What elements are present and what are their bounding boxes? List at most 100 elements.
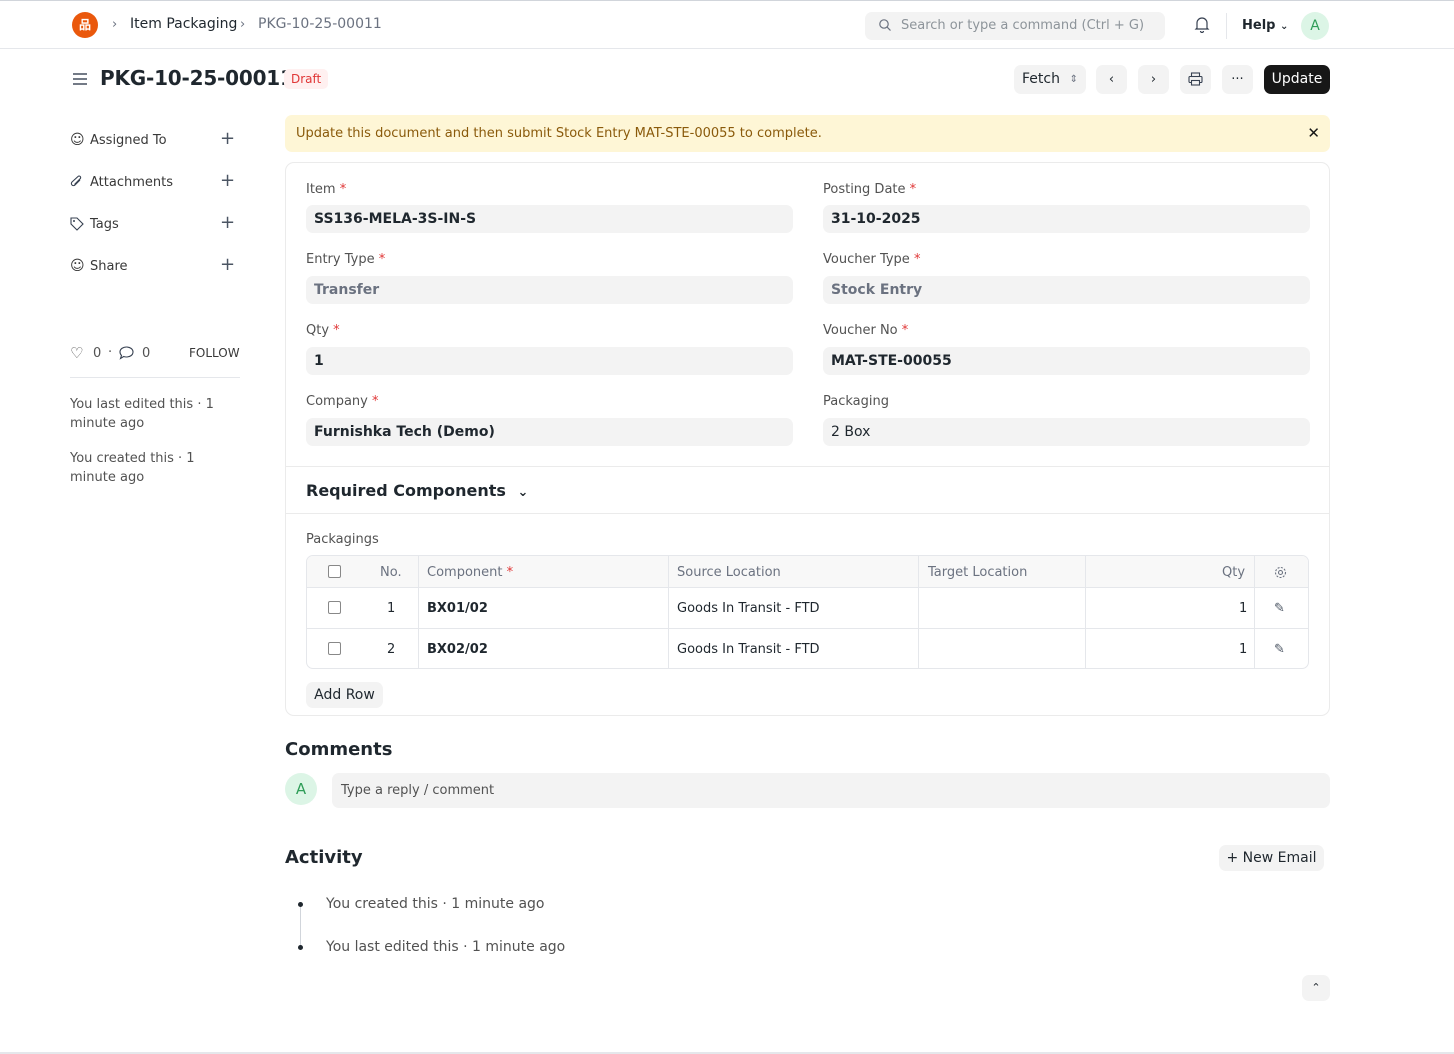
follow-button[interactable]: FOLLOW	[189, 346, 240, 360]
table-label: Packagings	[306, 532, 379, 547]
timeline-dot	[298, 945, 303, 950]
avatar: A	[285, 773, 317, 805]
search-placeholder: Search or type a command (Ctrl + G)	[901, 18, 1145, 33]
bell-icon[interactable]	[1194, 16, 1210, 33]
search-bar[interactable]: Search or type a command (Ctrl + G)	[865, 12, 1165, 40]
row-component[interactable]: BX02/02	[427, 642, 488, 657]
table-row[interactable]: 1 BX01/02 Goods In Transit - FTD 1 ✎	[307, 588, 1308, 629]
column-divider	[418, 556, 419, 668]
voucher-no-field[interactable]: MAT-STE-00055	[823, 347, 1310, 375]
divider	[286, 513, 1329, 514]
entry-type-label: Entry Type *	[306, 252, 386, 267]
chevron-up-icon: ⌃	[1311, 981, 1321, 994]
created-note: You created this · 1 minute ago	[70, 451, 195, 485]
heart-icon[interactable]: ♡	[70, 344, 83, 362]
add-tag-icon[interactable]: +	[220, 214, 235, 232]
tag-icon	[70, 217, 84, 231]
alert-message: Update this document and then submit Sto…	[296, 126, 822, 141]
chevron-updown-icon: ⇕	[1069, 74, 1078, 85]
scroll-to-top-button[interactable]: ⌃	[1302, 975, 1330, 1001]
comment-icon[interactable]	[119, 346, 134, 360]
next-button[interactable]: ›	[1138, 65, 1169, 94]
col-qty: Qty	[1222, 565, 1246, 580]
add-assignee-icon[interactable]: +	[220, 130, 235, 148]
update-button[interactable]: Update	[1264, 65, 1330, 94]
menu-icon[interactable]	[72, 71, 88, 87]
select-all-checkbox[interactable]	[328, 565, 341, 578]
printer-icon	[1188, 72, 1203, 86]
sidebar-item-label: Assigned To	[90, 133, 167, 148]
new-email-label: New Email	[1242, 850, 1317, 866]
likes-count: 0	[93, 346, 102, 361]
qty-field[interactable]: 1	[306, 347, 793, 375]
close-icon[interactable]: ✕	[1307, 124, 1320, 142]
add-attachment-icon[interactable]: +	[220, 172, 235, 190]
status-badge: Draft	[284, 69, 329, 89]
row-checkbox[interactable]	[328, 642, 341, 655]
row-qty[interactable]: 1	[1239, 601, 1247, 616]
info-alert: Update this document and then submit Sto…	[285, 115, 1330, 152]
table-header: No. Component * Source Location Target L…	[307, 556, 1308, 588]
voucher-no-label: Voucher No *	[823, 323, 909, 338]
app-logo[interactable]: 品	[72, 12, 98, 38]
row-checkbox[interactable]	[328, 601, 341, 614]
gear-icon[interactable]	[1274, 566, 1287, 579]
help-label: Help	[1242, 18, 1276, 33]
row-qty[interactable]: 1	[1239, 642, 1247, 657]
add-row-button[interactable]: Add Row	[306, 682, 383, 708]
chevron-right-icon: ›	[240, 17, 246, 32]
section-header-required-components[interactable]: Required Components ⌄	[306, 481, 528, 500]
social-bar: ♡ 0 · 0 FOLLOW	[70, 344, 250, 363]
comments-count: 0	[142, 346, 151, 361]
comments-title: Comments	[285, 739, 393, 760]
column-divider	[668, 556, 669, 668]
divider	[286, 466, 1329, 467]
chevron-right-icon: ›	[112, 17, 118, 32]
column-divider	[1254, 556, 1255, 668]
navbar: 品 › Item Packaging › PKG-10-25-00011 Sea…	[0, 0, 1454, 49]
activity-title: Activity	[285, 847, 363, 868]
breadcrumb-current[interactable]: PKG-10-25-00011	[258, 16, 382, 32]
section-title: Required Components	[306, 481, 506, 500]
more-options-button[interactable]: ···	[1222, 65, 1253, 94]
search-icon	[879, 19, 891, 31]
add-share-icon[interactable]: +	[220, 256, 235, 274]
help-menu[interactable]: Help ⌄	[1242, 18, 1288, 33]
chevron-down-icon: ⌄	[517, 485, 529, 500]
share-icon: ☺	[70, 258, 85, 274]
company-field[interactable]: Furnishka Tech (Demo)	[306, 418, 793, 446]
company-label: Company *	[306, 394, 379, 409]
sidebar-item-label: Attachments	[90, 175, 173, 190]
packagings-table: No. Component * Source Location Target L…	[306, 555, 1309, 669]
previous-button[interactable]: ‹	[1096, 65, 1127, 94]
timeline-line	[300, 905, 301, 947]
row-source-location[interactable]: Goods In Transit - FTD	[677, 601, 820, 616]
col-no: No.	[380, 565, 402, 580]
divider	[70, 377, 240, 378]
row-component[interactable]: BX01/02	[427, 601, 488, 616]
breadcrumb-item-packaging[interactable]: Item Packaging	[130, 16, 237, 32]
packaging-field[interactable]: 2 Box	[823, 418, 1310, 446]
posting-date-field[interactable]: 31-10-2025	[823, 205, 1310, 233]
pencil-icon[interactable]: ✎	[1274, 642, 1285, 657]
fetch-button[interactable]: Fetch ⇕	[1014, 65, 1086, 94]
voucher-type-label: Voucher Type *	[823, 252, 921, 267]
entry-type-field: Transfer	[306, 276, 793, 304]
user-avatar[interactable]: A	[1301, 12, 1329, 40]
row-source-location[interactable]: Goods In Transit - FTD	[677, 642, 820, 657]
item-field[interactable]: SS136-MELA-3S-IN-S	[306, 205, 793, 233]
new-email-button[interactable]: + New Email	[1219, 845, 1324, 871]
pencil-icon[interactable]: ✎	[1274, 601, 1285, 616]
chevron-down-icon: ⌄	[1280, 21, 1289, 32]
plus-icon: +	[1226, 850, 1239, 866]
posting-date-label: Posting Date *	[823, 182, 917, 197]
comment-input[interactable]: Type a reply / comment	[332, 773, 1330, 808]
item-label: Item *	[306, 182, 347, 197]
page-title: PKG-10-25-00011	[100, 66, 294, 90]
activity-item: You last edited this · 1 minute ago	[326, 939, 566, 955]
table-row[interactable]: 2 BX02/02 Goods In Transit - FTD 1 ✎	[307, 629, 1308, 668]
user-plus-icon: ☺	[70, 132, 85, 148]
column-divider	[918, 556, 919, 668]
print-button[interactable]	[1180, 65, 1211, 94]
col-source-location: Source Location	[677, 565, 781, 580]
